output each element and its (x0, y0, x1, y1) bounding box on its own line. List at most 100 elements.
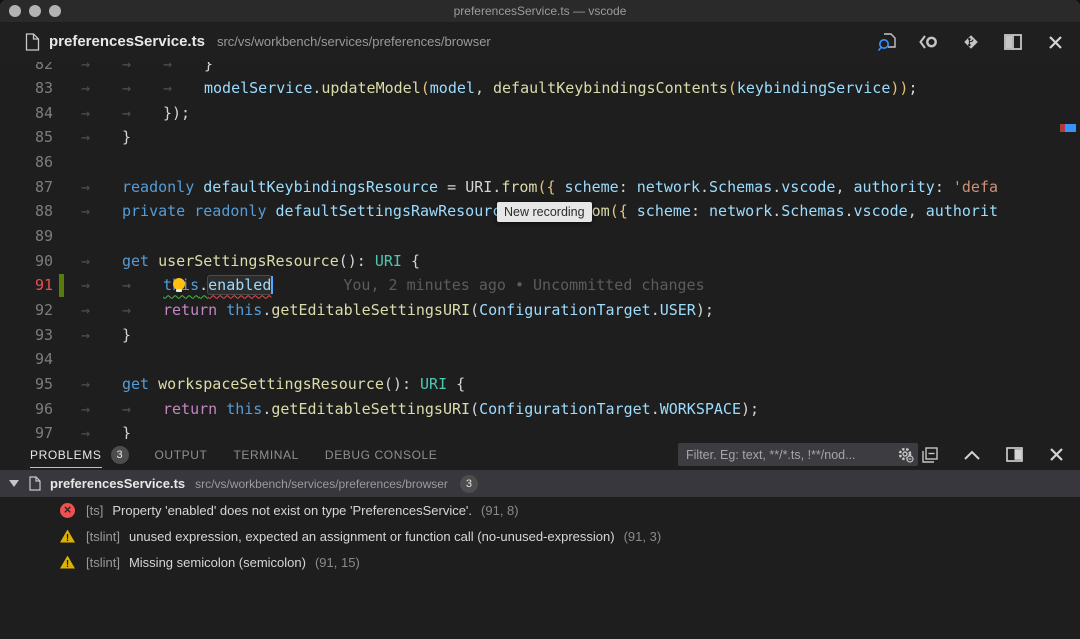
code-token: network (709, 202, 772, 220)
code-token: URI (420, 375, 447, 393)
line-number[interactable]: 97 (0, 424, 53, 439)
code-line[interactable]: 85→} (0, 125, 1080, 150)
gutter: 94 (0, 347, 81, 372)
code-token: return (163, 400, 226, 418)
tab-output[interactable]: OUTPUT (155, 448, 208, 462)
line-number[interactable]: 93 (0, 326, 53, 344)
code-token: ConfigurationTarget (479, 400, 651, 418)
error-icon (60, 503, 75, 518)
whitespace-tab-arrow: → (81, 424, 122, 439)
panel-header: PROBLEMS 3 OUTPUT TERMINAL DEBUG CONSOLE (0, 439, 1080, 470)
whitespace-tab-arrow: → (81, 62, 122, 73)
problems-file-path: src/vs/workbench/services/preferences/br… (195, 477, 448, 491)
line-number[interactable]: 82 (0, 62, 53, 73)
problem-row[interactable]: [tslint]unused expression, expected an a… (0, 523, 1080, 549)
chevron-expanded-icon[interactable] (9, 480, 19, 487)
code-token: private readonly (122, 202, 276, 220)
code-token: vscode (854, 202, 908, 220)
line-number[interactable]: 85 (0, 128, 53, 146)
code-token: userSettingsResource (158, 252, 339, 270)
line-number[interactable]: 95 (0, 375, 53, 393)
code-line[interactable]: 94 (0, 347, 1080, 372)
file-icon (29, 476, 41, 491)
open-preview-icon[interactable] (918, 31, 940, 53)
code-token (556, 178, 565, 196)
whitespace-tab-arrow: → (122, 400, 163, 418)
code-token: URI (375, 252, 402, 270)
line-number[interactable]: 87 (0, 178, 53, 196)
line-number[interactable]: 89 (0, 227, 53, 245)
code-editor[interactable]: 82→→→}83→→→modelService.updateModel(mode… (0, 62, 1080, 439)
tab-debug-console[interactable]: DEBUG CONSOLE (325, 448, 438, 462)
code-line[interactable]: 89 (0, 224, 1080, 249)
line-number[interactable]: 86 (0, 153, 53, 171)
code-line[interactable]: 90→get userSettingsResource(): URI { (0, 248, 1080, 273)
code-token: ; (908, 79, 917, 97)
code-line-content: →→→modelService.updateModel(model, defau… (81, 76, 917, 101)
gutter: 85 (0, 125, 81, 150)
lightbulb-icon[interactable] (173, 278, 185, 290)
code-line-content: →get workspaceSettingsResource(): URI { (81, 371, 465, 396)
code-token: } (122, 326, 131, 344)
code-line[interactable]: 97→} (0, 421, 1080, 439)
code-line[interactable]: 95 →get workspaceSettingsResource(): URI … (0, 371, 1080, 396)
code-token: getEditableSettingsURI (271, 301, 470, 319)
code-token: get (122, 252, 158, 270)
problem-source: [tslint] (86, 529, 120, 544)
code-line[interactable]: 83→→→modelService.updateModel(model, def… (0, 76, 1080, 101)
whitespace-tab-arrow: → (163, 62, 204, 73)
code-token: . (312, 79, 321, 97)
code-line-content: →→return this.getEditableSettingsURI(Con… (81, 396, 759, 421)
code-token: updateModel (321, 79, 420, 97)
whitespace-tab-arrow: → (81, 104, 122, 122)
code-token: } (204, 62, 213, 73)
panel-layout-icon[interactable] (1003, 444, 1025, 466)
problem-location: (91, 8) (481, 503, 519, 518)
line-number[interactable]: 92 (0, 301, 53, 319)
line-number[interactable]: 90 (0, 252, 53, 270)
open-changes-icon[interactable] (960, 31, 982, 53)
whitespace-tab-arrow: → (81, 128, 122, 146)
problem-row[interactable]: [tslint]Missing semicolon (semicolon)(91… (0, 549, 1080, 575)
line-number[interactable]: 83 (0, 79, 53, 97)
split-editor-icon[interactable] (1002, 31, 1024, 53)
code-line-content: →→}); (81, 100, 190, 125)
code-line[interactable]: 86 (0, 150, 1080, 175)
problem-row[interactable]: [ts]Property 'enabled' does not exist on… (0, 497, 1080, 523)
code-token: get (122, 375, 158, 393)
filter-gear-icon[interactable] (896, 446, 914, 464)
whitespace-tab-arrow: → (81, 79, 122, 97)
code-token: . (772, 178, 781, 196)
code-token: : (691, 202, 709, 220)
problems-filter-input[interactable] (686, 448, 896, 462)
code-token: model (430, 79, 475, 97)
code-line[interactable]: 92→→return this.getEditableSettingsURI(C… (0, 298, 1080, 323)
search-editor-icon[interactable] (876, 31, 898, 53)
tab-problems[interactable]: PROBLEMS 3 (30, 446, 129, 464)
line-number[interactable]: 84 (0, 104, 53, 122)
gutter: 87 (0, 174, 81, 199)
close-editor-icon[interactable] (1044, 31, 1066, 53)
close-panel-icon[interactable] (1045, 444, 1067, 466)
code-line[interactable]: 82→→→} (0, 62, 1080, 76)
code-line[interactable]: 84 →→}); (0, 100, 1080, 125)
line-number[interactable]: 91 (0, 276, 53, 294)
line-number[interactable]: 88 (0, 202, 53, 220)
line-number[interactable]: 94 (0, 350, 53, 368)
code-line[interactable]: 93→} (0, 322, 1080, 347)
tab-terminal[interactable]: TERMINAL (233, 448, 298, 462)
code-line[interactable]: 87→readonly defaultKeybindingsResource =… (0, 174, 1080, 199)
line-number[interactable]: 96 (0, 400, 53, 418)
bottom-panel: PROBLEMS 3 OUTPUT TERMINAL DEBUG CONSOLE (0, 439, 1080, 639)
code-token: defaultKeybindingsResource (203, 178, 438, 196)
collapse-all-icon[interactable] (919, 444, 941, 466)
code-token: ({ (610, 202, 628, 220)
problem-message: Missing semicolon (semicolon) (129, 555, 306, 570)
active-file-path: src/vs/workbench/services/preferences/br… (217, 34, 491, 49)
code-token: . (772, 202, 781, 220)
code-line[interactable]: 91→→this.enabledYou, 2 minutes ago • Unc… (0, 273, 1080, 298)
problems-file-row[interactable]: preferencesService.ts src/vs/workbench/s… (0, 470, 1080, 497)
code-line[interactable]: 96 →→return this.getEditableSettingsURI(C… (0, 396, 1080, 421)
code-token: ); (696, 301, 714, 319)
maximize-panel-icon[interactable] (961, 444, 983, 466)
